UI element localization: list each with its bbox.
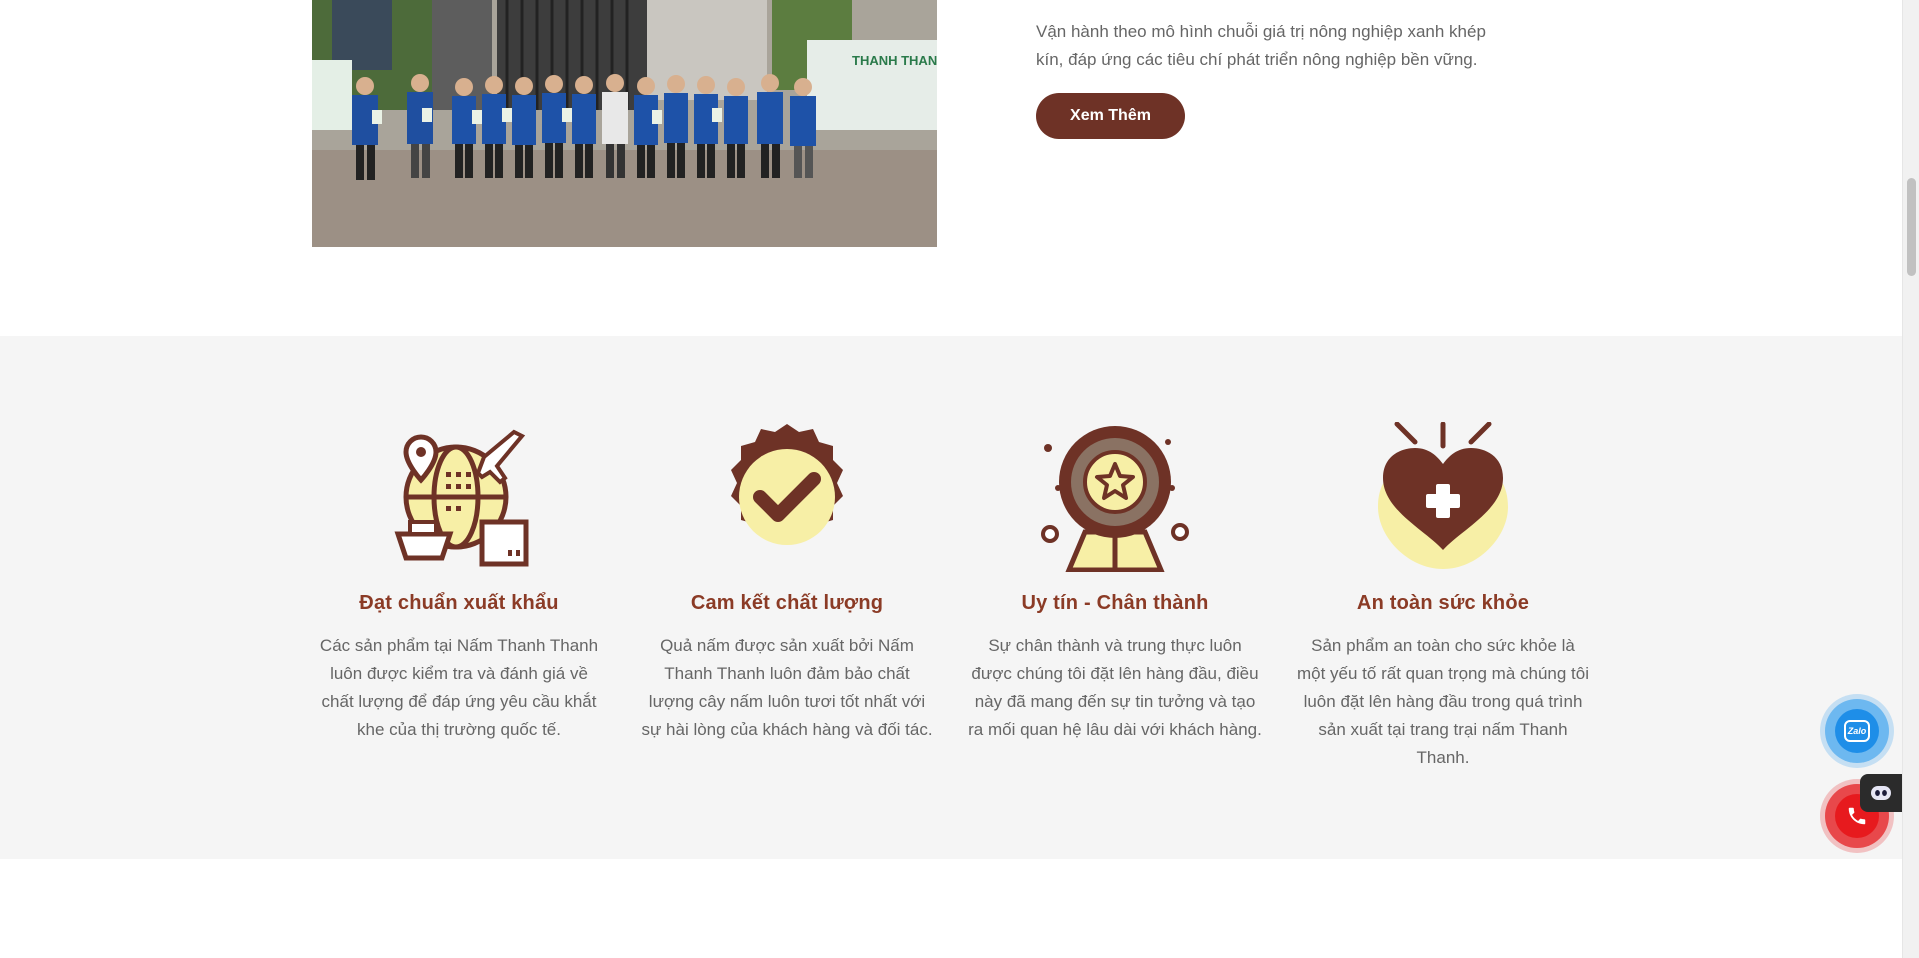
feature-description: Quả nấm được sản xuất bởi Nấm Thanh Than…: [641, 636, 933, 739]
team-photo: THANH THANH: [312, 0, 937, 247]
features-section: Đạt chuẩn xuất khẩu Các sản phẩm tại Nấm…: [0, 336, 1902, 859]
banner-text: THANH THANH: [852, 53, 937, 68]
intro-text: Vận hành theo mô hình chuỗi giá trị nông…: [1036, 22, 1486, 69]
feature-trust: Uy tín - Chân thành Sự chân thành và tru…: [966, 422, 1264, 744]
health-heart-icon: [1378, 422, 1508, 569]
zalo-label: Zalo: [1844, 720, 1870, 742]
feature-quality: Cam kết chất lượng Quả nấm được sản xuất…: [638, 422, 936, 744]
feature-health: An toàn sức khỏe Sản phẩm an toàn cho sứ…: [1294, 422, 1592, 772]
scrollbar-thumb[interactable]: [1907, 178, 1916, 276]
globe-export-icon: [394, 429, 529, 567]
next-section: [0, 859, 1902, 958]
chatbot-button[interactable]: [1860, 774, 1902, 812]
feature-export: Đạt chuẩn xuất khẩu Các sản phẩm tại Nấm…: [310, 422, 608, 744]
feature-title: Đạt chuẩn xuất khẩu: [359, 592, 559, 614]
check-badge-icon: [731, 424, 843, 545]
zalo-icon: Zalo: [1835, 709, 1879, 753]
see-more-button[interactable]: Xem Thêm: [1036, 93, 1185, 139]
about-section: THANH THANH: [0, 0, 1902, 336]
feature-title: Cam kết chất lượng: [690, 592, 884, 614]
feature-description: Sự chân thành và trung thực luôn được ch…: [968, 636, 1262, 739]
robot-icon: [1871, 786, 1891, 800]
zalo-chat-button[interactable]: Zalo: [1825, 699, 1889, 763]
feature-description: Sản phẩm an toàn cho sức khỏe là một yếu…: [1296, 636, 1589, 767]
page-scrollbar[interactable]: [1902, 0, 1919, 958]
feature-title: Uy tín - Chân thành: [1021, 592, 1209, 614]
feature-description: Các sản phẩm tại Nấm Thanh Thanh luôn đư…: [319, 636, 599, 739]
team-photo-image: THANH THANH: [312, 0, 937, 247]
star-award-icon: [1041, 426, 1189, 572]
feature-title: An toàn sức khỏe: [1356, 592, 1530, 614]
